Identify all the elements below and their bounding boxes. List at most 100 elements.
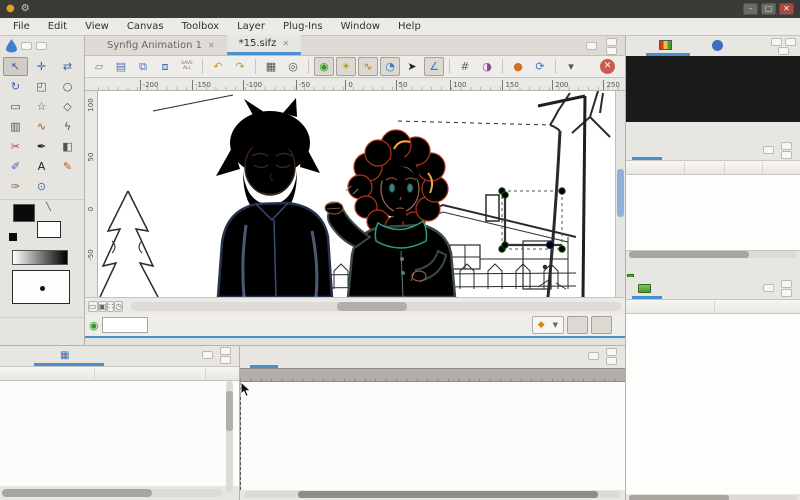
pane-grip[interactable] [586,42,597,50]
canvas-horizontal-scrollbar[interactable] [131,301,621,311]
menu-help[interactable]: Help [389,18,430,35]
minimize-button[interactable]: – [743,3,758,15]
spline-tool[interactable]: ∿ [29,117,54,136]
scrollbar-thumb[interactable] [336,301,407,311]
interpolation-dropdown[interactable]: ◆ ▼ [531,316,564,334]
save-all-button[interactable]: SAVE ALL [177,57,197,76]
stop-render-button[interactable]: ✕ [600,59,615,74]
tab-close-icon[interactable]: ✕ [282,39,289,48]
fill-tool[interactable]: ◧ [55,137,80,156]
skeleton-tool[interactable]: ϟ [55,117,80,136]
smooth-move-tool[interactable]: ✛ [29,57,54,76]
record-toggle[interactable]: ◉ [314,57,334,76]
animate-mode-toggle[interactable]: ◔ [380,57,400,76]
gradient-preview[interactable] [12,250,68,265]
layers-tab-icon[interactable] [638,283,651,293]
scrollbar-thumb[interactable] [617,169,624,217]
pane-grip[interactable] [771,38,782,46]
pane-grip[interactable] [763,146,774,154]
pane-grip[interactable] [202,351,213,359]
background-color-swatch[interactable] [37,221,61,238]
pane-grip[interactable] [763,284,774,292]
refresh-button[interactable]: ⟳ [530,57,550,76]
menu-edit[interactable]: Edit [39,18,76,35]
menu-layer[interactable]: Layer [228,18,274,35]
scrollbar-thumb[interactable] [298,491,598,498]
pane-grip[interactable] [606,348,617,356]
pane-grip[interactable] [778,47,789,55]
rectangle-tool[interactable]: ▭ [3,97,28,116]
cursor-button[interactable]: ➤ [402,57,422,76]
layers-horizontal-scrollbar[interactable] [629,495,797,500]
eyedrop-tool[interactable]: ✐ [3,157,28,176]
canvas-menu-button[interactable]: ▭ [88,300,98,312]
tab-close-icon[interactable]: ✕ [208,41,215,50]
keyframe-lock-past-toggle[interactable]: ✦ [336,57,356,76]
onion-skin-future-button[interactable] [591,316,612,334]
pane-grip[interactable] [781,151,792,159]
sketch-tool[interactable]: ✎ [55,157,80,176]
onion-skin-past-button[interactable] [567,316,588,334]
render-button[interactable]: ▦ [261,57,281,76]
outline-color-swatch[interactable] [9,233,17,241]
palette-tab-icon[interactable] [659,40,672,50]
horizontal-ruler[interactable]: -200 -150 -100 -50 0 50 100 150 200 250 [85,78,625,91]
transform-tool[interactable]: ↖ [3,57,28,76]
pane-grip[interactable] [781,289,792,297]
pane-grip[interactable] [220,347,231,355]
pane-grip[interactable] [21,42,32,50]
document-tab-1[interactable]: *15.sifz ✕ [226,35,302,55]
info-icon[interactable] [712,40,723,51]
document-tab-0[interactable]: Synfig Animation 1 ✕ [95,35,227,55]
pane-grip[interactable] [606,47,617,55]
render-progress-icon[interactable]: ◉ [89,319,99,332]
menu-file[interactable]: File [4,18,39,35]
cutout-tool[interactable]: ✂ [3,137,28,156]
gradient-tool[interactable]: ▥ [3,117,28,136]
background-button[interactable]: ● [508,57,528,76]
scale-tool[interactable]: ◰ [29,77,54,96]
angle-toggle[interactable]: ∠ [424,57,444,76]
more-dropdown[interactable]: ▾ [561,57,581,76]
scrollbar-thumb[interactable] [2,489,152,497]
preview-button[interactable]: ◎ [283,57,303,76]
pane-grip[interactable] [781,280,792,288]
draw-tool[interactable]: ✒ [29,137,54,156]
timetrack-area[interactable] [240,382,625,490]
text-tool[interactable]: A [29,157,54,176]
menu-window[interactable]: Window [332,18,389,35]
mirror-tool[interactable]: ⇄ [55,57,80,76]
refresh-canvas-button[interactable]: ◷ [114,300,124,312]
foreground-color-swatch[interactable] [13,204,35,222]
star-tool[interactable]: ☆ [29,97,54,116]
pane-grip[interactable] [588,352,599,360]
menu-canvas[interactable]: Canvas [118,18,173,35]
grid-button[interactable]: # [455,57,475,76]
current-time-input[interactable] [101,317,148,333]
pane-grip[interactable] [36,42,47,50]
redo-button[interactable]: ↷ [230,57,250,76]
rotate-tool[interactable]: ↻ [3,77,28,96]
scrollbar-thumb[interactable] [629,495,729,500]
spline-nodes-toggle[interactable]: ∿ [358,57,378,76]
polygon-tool[interactable]: ◇ [55,97,80,116]
menu-toolbox[interactable]: Toolbox [173,18,229,35]
swap-colors-icon[interactable]: ╲ [46,202,51,211]
pane-grip[interactable] [606,357,617,365]
toggle-rulers-button[interactable]: ▣ [97,300,108,312]
vertical-ruler[interactable]: 100 50 0 -50 [85,91,98,297]
undo-button[interactable]: ↶ [208,57,228,76]
zoom-tool[interactable]: ⊙ [29,177,54,196]
pane-grip[interactable] [220,356,231,364]
circle-tool[interactable]: ○ [55,77,80,96]
onion-skin-button[interactable]: ◑ [477,57,497,76]
scrollbar-thumb[interactable] [226,391,233,431]
import-button[interactable]: ⧈ [155,57,175,76]
pane-grip[interactable] [781,142,792,150]
pane-grip[interactable] [606,38,617,46]
save-button[interactable]: ▤ [111,57,131,76]
close-button[interactable]: ✕ [779,3,794,15]
keyframes-horizontal-scrollbar[interactable] [629,251,797,258]
pane-grip[interactable] [785,38,796,46]
brush-tool[interactable]: ✑ [3,177,28,196]
